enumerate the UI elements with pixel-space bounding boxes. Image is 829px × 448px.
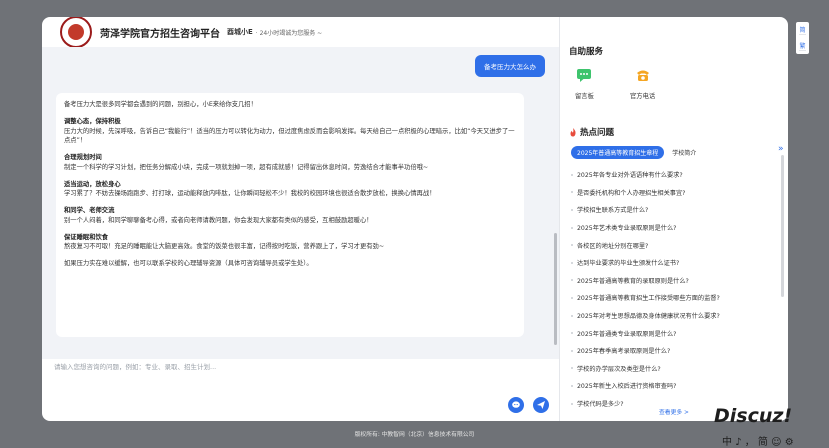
list-item[interactable]: 2025年普通高等教育的录取原则是什么? (571, 272, 771, 290)
watermark-logo: Discuz! (714, 405, 793, 427)
question-input[interactable] (50, 359, 545, 375)
reply-section-body: 压力大的时候，先深呼吸，告诉自己“我能行”！适当的压力可以转化为动力，但过度焦虑… (64, 127, 515, 145)
list-item[interactable]: 2025年普通类专业录取原则是什么? (571, 324, 771, 342)
fire-icon (570, 127, 576, 136)
list-item[interactable]: 2025年春季高考录取原则是什么? (571, 342, 771, 360)
tabs-next-icon[interactable]: » (778, 144, 784, 154)
chat-bubble-icon[interactable] (508, 397, 524, 413)
tool-label: 留言板 (575, 93, 594, 100)
message-board-button[interactable]: 留言板 (575, 66, 594, 100)
self-service-title: 自助服务 (569, 47, 604, 57)
list-item[interactable]: 2025年各专业对外语语种有什么要求? (571, 166, 771, 184)
school-logo (60, 17, 92, 48)
list-item[interactable]: 2025年艺术类专业录取原则是什么? (571, 219, 771, 237)
hot-tabs: 2025年普通高等教育招生章程 学校简介 (571, 146, 702, 159)
bot-tagline: · 24小时竭诚为您服务 ~ (255, 29, 323, 37)
reply-section-body: 别一个人闷着，和同学聊聊备考心得，或者向老师请教问题，你会发现大家都有类似的感受… (64, 216, 373, 224)
list-item[interactable]: 2025年对考生思想品德及身体健康状况有什么要求? (571, 307, 771, 325)
reply-section-title: 保证睡眠和饮食 (64, 233, 109, 241)
tab-admission-charter[interactable]: 2025年普通高等教育招生章程 (571, 146, 665, 159)
list-item[interactable]: 达到毕业要求的毕业生颁发什么证书? (571, 254, 771, 272)
list-item[interactable]: 学校的办学层次及类型是什么? (571, 360, 771, 378)
tool-label: 官方电话 (630, 93, 656, 100)
reply-closing: 如果压力实在难以缓解，也可以联系学校的心理辅导资源（具体可咨询辅导员或学生处）。 (64, 260, 313, 267)
reply-section-body: 学习累了？不妨去操场跑跑步、打打球，运动能释放内啡肽，让你瞬间轻松不少！我校的校… (64, 190, 436, 198)
list-item[interactable]: 学校招生联系方式是什么? (571, 201, 771, 219)
reply-section-title: 合理规划时间 (64, 154, 102, 161)
see-more-link[interactable]: 查看更多 > (659, 407, 689, 416)
reply-section-body: 制定一个科学的学习计划，把任务分解成小块，完成一项就划掉一项，超有成就感！记得留… (64, 163, 429, 171)
footer-copyright: 版权所有: 中教智网（北京）信息技术有限公司 (354, 432, 475, 438)
language-switch: 简 繁 (796, 22, 809, 54)
watermark-toolbar: 中 ♪ ， 简 ☺ ⚙ (722, 437, 794, 448)
sidebar: 自助服务 留言板 官方电话 热点问题 2025年普通高等教育招生章程 学校简介 … (560, 17, 788, 421)
page-title: 菏泽学院官方招生咨询平台 (100, 28, 220, 40)
assistant-message-bubble: 备考压力大是很多同学都会遇到的问题，别担心，小E来给你支几招！ 调整心态，保持积… (56, 93, 524, 337)
reply-section-body: 熬夜复习不可取！充足的睡眠能让大脑更高效。食堂的饭菜也很丰富，记得按时吃饭，营养… (64, 243, 385, 251)
bot-brand: 酉城小E (227, 28, 253, 36)
user-message-bubble: 备考压力大怎么办 (475, 55, 545, 77)
input-area (42, 359, 559, 421)
traditional-chinese-button[interactable]: 繁 (799, 41, 806, 51)
hot-questions-title: 热点问题 (580, 128, 615, 138)
reply-section-title: 和同学、老师交流 (64, 207, 115, 214)
tab-school-intro[interactable]: 学校简介 (666, 146, 702, 159)
phone-icon (634, 66, 652, 84)
chat-window: 菏泽学院官方招生咨询平台 酉城小E · 24小时竭诚为您服务 ~ 备考压力大怎么… (42, 17, 788, 421)
reply-section-title: 适当运动，放松身心 (64, 180, 121, 188)
list-item[interactable]: 2025年普通高等教育招生工作接受哪些方面的监督? (571, 289, 771, 307)
hot-question-list: 2025年各专业对外语语种有什么要求? 是否委托机构和个人办理招生相关事宜? 学… (571, 166, 771, 412)
sidebar-scrollbar[interactable] (781, 155, 784, 297)
chat-header: 菏泽学院官方招生咨询平台 酉城小E · 24小时竭诚为您服务 ~ (42, 17, 559, 48)
list-item[interactable]: 2025年新生入校后进行资格审查吗? (571, 377, 771, 395)
list-item[interactable]: 各校区的地址分别在哪里? (571, 236, 771, 254)
hot-questions-header: 热点问题 (569, 126, 614, 138)
official-phone-button[interactable]: 官方电话 (630, 66, 655, 100)
simplified-chinese-button[interactable]: 简 (799, 25, 806, 35)
conversation-area: 备考压力大怎么办 备考压力大是很多同学都会遇到的问题，别担心，小E来给你支几招！… (42, 47, 559, 359)
reply-section-title: 调整心态，保持积极 (64, 117, 121, 125)
list-item[interactable]: 是否委托机构和个人办理招生相关事宜? (571, 184, 771, 202)
send-icon[interactable] (533, 397, 549, 413)
discuz-watermark: Discuz! 中 ♪ ， 简 ☺ ⚙ (706, 405, 824, 448)
chat-scrollbar[interactable] (554, 233, 557, 345)
reply-intro: 备考压力大是很多同学都会遇到的问题，别担心，小E来给你支几招！ (64, 101, 257, 108)
message-board-icon (575, 66, 593, 84)
